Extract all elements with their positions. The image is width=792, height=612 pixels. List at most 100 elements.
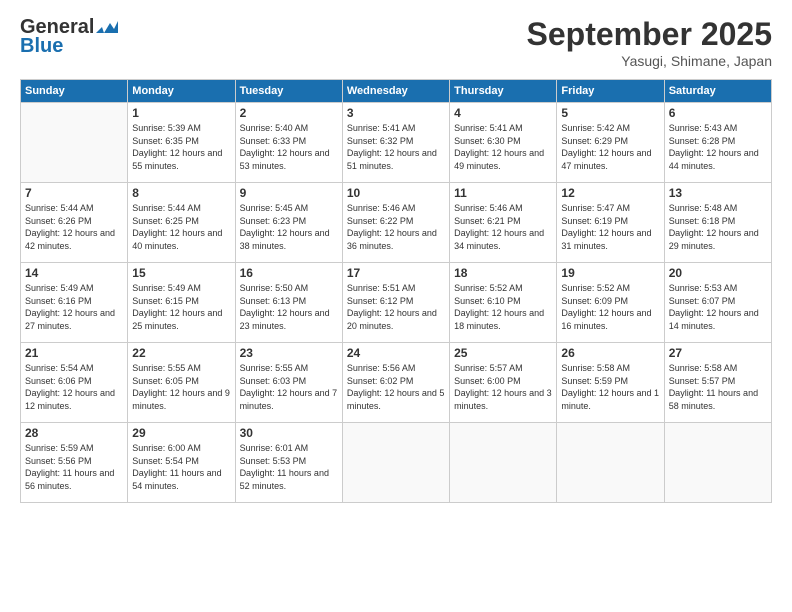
calendar-cell: 11 Sunrise: 5:46 AMSunset: 6:21 PMDayligh… [450, 183, 557, 263]
calendar-cell: 27 Sunrise: 5:58 AMSunset: 5:57 PMDayligh… [664, 343, 771, 423]
calendar-cell: 2 Sunrise: 5:40 AMSunset: 6:33 PMDaylight… [235, 103, 342, 183]
day-number: 5 [561, 106, 659, 120]
day-number: 20 [669, 266, 767, 280]
calendar-cell: 26 Sunrise: 5:58 AMSunset: 5:59 PMDayligh… [557, 343, 664, 423]
col-header-tuesday: Tuesday [235, 80, 342, 103]
day-number: 6 [669, 106, 767, 120]
calendar-cell: 6Sunrise: 5:43 AMSunset: 6:28 PMDaylight… [664, 103, 771, 183]
day-detail: Sunrise: 6:00 AMSunset: 5:54 PMDaylight:… [132, 442, 230, 492]
calendar-cell: 4 Sunrise: 5:41 AMSunset: 6:30 PMDaylight… [450, 103, 557, 183]
day-number: 15 [132, 266, 230, 280]
col-header-wednesday: Wednesday [342, 80, 449, 103]
day-detail: Sunrise: 5:59 AMSunset: 5:56 PMDaylight:… [25, 442, 123, 492]
day-detail: Sunrise: 5:56 AMSunset: 6:02 PMDaylight:… [347, 362, 445, 412]
calendar-cell: 24 Sunrise: 5:56 AMSunset: 6:02 PMDayligh… [342, 343, 449, 423]
col-header-friday: Friday [557, 80, 664, 103]
day-detail: Sunrise: 5:51 AMSunset: 6:12 PMDaylight:… [347, 282, 445, 332]
calendar-cell: 28 Sunrise: 5:59 AMSunset: 5:56 PMDayligh… [21, 423, 128, 503]
day-number: 4 [454, 106, 552, 120]
day-number: 19 [561, 266, 659, 280]
calendar-cell: 10 Sunrise: 5:46 AMSunset: 6:22 PMDayligh… [342, 183, 449, 263]
calendar-cell [557, 423, 664, 503]
day-number: 10 [347, 186, 445, 200]
col-header-saturday: Saturday [664, 80, 771, 103]
day-detail: Sunrise: 5:52 AMSunset: 6:10 PMDaylight:… [454, 282, 552, 332]
day-number: 27 [669, 346, 767, 360]
day-number: 25 [454, 346, 552, 360]
day-detail: Sunrise: 5:53 AMSunset: 6:07 PMDaylight:… [669, 282, 767, 332]
day-number: 14 [25, 266, 123, 280]
day-detail: Sunrise: 5:46 AMSunset: 6:22 PMDaylight:… [347, 202, 445, 252]
day-detail: Sunrise: 5:49 AMSunset: 6:16 PMDaylight:… [25, 282, 123, 332]
calendar-cell: 16Sunrise: 5:50 AMSunset: 6:13 PMDayligh… [235, 263, 342, 343]
day-number: 28 [25, 426, 123, 440]
calendar-cell: 19 Sunrise: 5:52 AMSunset: 6:09 PMDayligh… [557, 263, 664, 343]
calendar-cell: 18 Sunrise: 5:52 AMSunset: 6:10 PMDayligh… [450, 263, 557, 343]
day-detail: Sunrise: 5:42 AMSunset: 6:29 PMDaylight:… [561, 122, 659, 172]
calendar-cell: 7 Sunrise: 5:44 AMSunset: 6:26 PMDaylight… [21, 183, 128, 263]
day-number: 26 [561, 346, 659, 360]
calendar-cell: 25 Sunrise: 5:57 AMSunset: 6:00 PMDayligh… [450, 343, 557, 423]
day-detail: Sunrise: 5:41 AMSunset: 6:32 PMDaylight:… [347, 122, 445, 172]
day-detail: Sunrise: 6:01 AMSunset: 5:53 PMDaylight:… [240, 442, 338, 492]
day-number: 11 [454, 186, 552, 200]
calendar-cell: 1Sunrise: 5:39 AMSunset: 6:35 PMDaylight… [128, 103, 235, 183]
day-detail: Sunrise: 5:47 AMSunset: 6:19 PMDaylight:… [561, 202, 659, 252]
day-number: 7 [25, 186, 123, 200]
calendar-week-row: 21Sunrise: 5:54 AMSunset: 6:06 PMDayligh… [21, 343, 772, 423]
day-number: 24 [347, 346, 445, 360]
calendar-week-row: 14 Sunrise: 5:49 AMSunset: 6:16 PMDayligh… [21, 263, 772, 343]
calendar-header-row: SundayMondayTuesdayWednesdayThursdayFrid… [21, 80, 772, 103]
calendar-cell: 12 Sunrise: 5:47 AMSunset: 6:19 PMDayligh… [557, 183, 664, 263]
day-detail: Sunrise: 5:58 AMSunset: 5:59 PMDaylight:… [561, 362, 659, 412]
day-detail: Sunrise: 5:41 AMSunset: 6:30 PMDaylight:… [454, 122, 552, 172]
day-number: 17 [347, 266, 445, 280]
logo: General Blue [20, 16, 118, 58]
day-detail: Sunrise: 5:46 AMSunset: 6:21 PMDaylight:… [454, 202, 552, 252]
calendar-table: SundayMondayTuesdayWednesdayThursdayFrid… [20, 79, 772, 503]
logo-text-blue: Blue [20, 35, 63, 58]
day-number: 8 [132, 186, 230, 200]
day-number: 29 [132, 426, 230, 440]
day-detail: Sunrise: 5:44 AMSunset: 6:25 PMDaylight:… [132, 202, 230, 252]
calendar-cell: 5 Sunrise: 5:42 AMSunset: 6:29 PMDaylight… [557, 103, 664, 183]
day-number: 18 [454, 266, 552, 280]
day-detail: Sunrise: 5:52 AMSunset: 6:09 PMDaylight:… [561, 282, 659, 332]
calendar-cell: 8 Sunrise: 5:44 AMSunset: 6:25 PMDaylight… [128, 183, 235, 263]
day-detail: Sunrise: 5:50 AMSunset: 6:13 PMDaylight:… [240, 282, 338, 332]
calendar-week-row: 7 Sunrise: 5:44 AMSunset: 6:26 PMDaylight… [21, 183, 772, 263]
day-detail: Sunrise: 5:44 AMSunset: 6:26 PMDaylight:… [25, 202, 123, 252]
day-number: 2 [240, 106, 338, 120]
calendar-cell: 13 Sunrise: 5:48 AMSunset: 6:18 PMDayligh… [664, 183, 771, 263]
day-detail: Sunrise: 5:57 AMSunset: 6:00 PMDaylight:… [454, 362, 552, 412]
day-detail: Sunrise: 5:48 AMSunset: 6:18 PMDaylight:… [669, 202, 767, 252]
col-header-monday: Monday [128, 80, 235, 103]
day-number: 12 [561, 186, 659, 200]
day-number: 23 [240, 346, 338, 360]
day-number: 22 [132, 346, 230, 360]
day-detail: Sunrise: 5:55 AMSunset: 6:03 PMDaylight:… [240, 362, 338, 412]
calendar-cell: 22 Sunrise: 5:55 AMSunset: 6:05 PMDayligh… [128, 343, 235, 423]
calendar-cell: 21Sunrise: 5:54 AMSunset: 6:06 PMDayligh… [21, 343, 128, 423]
page: General Blue September 2025 Yasugi, Shim… [0, 0, 792, 612]
day-number: 9 [240, 186, 338, 200]
day-detail: Sunrise: 5:45 AMSunset: 6:23 PMDaylight:… [240, 202, 338, 252]
day-detail: Sunrise: 5:40 AMSunset: 6:33 PMDaylight:… [240, 122, 338, 172]
calendar-cell: 29 Sunrise: 6:00 AMSunset: 5:54 PMDayligh… [128, 423, 235, 503]
calendar-cell: 23 Sunrise: 5:55 AMSunset: 6:03 PMDayligh… [235, 343, 342, 423]
col-header-sunday: Sunday [21, 80, 128, 103]
day-number: 13 [669, 186, 767, 200]
day-detail: Sunrise: 5:58 AMSunset: 5:57 PMDaylight:… [669, 362, 767, 412]
day-number: 3 [347, 106, 445, 120]
day-detail: Sunrise: 5:55 AMSunset: 6:05 PMDaylight:… [132, 362, 230, 412]
calendar-cell: 20 Sunrise: 5:53 AMSunset: 6:07 PMDayligh… [664, 263, 771, 343]
title-block: September 2025 Yasugi, Shimane, Japan [527, 16, 772, 69]
day-number: 30 [240, 426, 338, 440]
header: General Blue September 2025 Yasugi, Shim… [20, 16, 772, 69]
calendar-week-row: 28 Sunrise: 5:59 AMSunset: 5:56 PMDayligh… [21, 423, 772, 503]
calendar-cell: 15Sunrise: 5:49 AMSunset: 6:15 PMDayligh… [128, 263, 235, 343]
day-number: 21 [25, 346, 123, 360]
calendar-cell [342, 423, 449, 503]
col-header-thursday: Thursday [450, 80, 557, 103]
day-detail: Sunrise: 5:39 AMSunset: 6:35 PMDaylight:… [132, 122, 230, 172]
